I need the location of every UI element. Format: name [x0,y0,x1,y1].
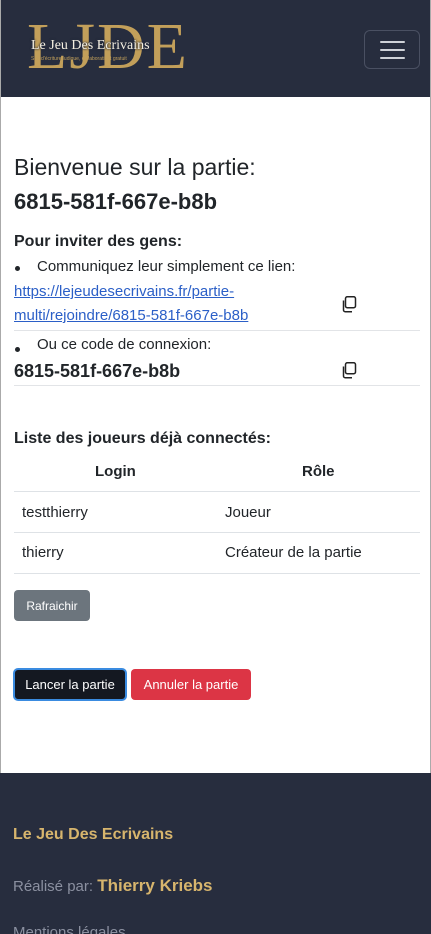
invite-link-label: Communiquez leur simplement ce lien: [37,258,296,275]
menu-toggle-button[interactable] [364,30,420,69]
column-header-login: Login [95,463,136,480]
footer-credits: Réalisé par: Thierry Kriebs [13,876,212,896]
connect-code-label: Ou ce code de connexion: [37,336,212,353]
footer: Le Jeu Des Ecrivains Réalisé par: Thierr… [0,773,431,934]
site-logo[interactable]: LJDE Le Jeu Des Ecrivains Site d'écritur… [27,8,197,88]
copy-icon[interactable] [341,296,357,313]
launch-game-button[interactable]: Lancer la partie [14,669,126,700]
cancel-game-button[interactable]: Annuler la partie [131,669,251,700]
column-header-role: Rôle [302,463,335,480]
logo-band-text: Le Jeu Des Ecrivains [31,38,150,53]
cell-role: Créateur de la partie [225,544,362,561]
divider [14,330,420,331]
invite-link[interactable]: https://lejeudesecrivains.fr/partie-mult… [14,280,334,328]
connect-code: 6815-581f-667e-b8b [14,361,181,381]
divider [14,385,420,386]
bullet [15,266,20,271]
cell-login: testthierry [22,504,88,521]
table-divider [14,532,420,533]
table-divider [14,573,420,574]
navbar: LJDE Le Jeu Des Ecrivains Site d'écritur… [0,0,431,97]
logo-tagline: Site d'écriture ludique, collaboratif et… [31,56,127,62]
menu-icon-bar [379,40,405,43]
main-content: Bienvenue sur la partie: 6815-581f-667e-… [0,97,431,773]
invite-title: Pour inviter des gens: [14,233,183,250]
cell-role: Joueur [225,504,271,521]
menu-icon-bar [379,48,405,51]
cell-login: thierry [22,544,64,561]
game-code-title: 6815-581f-667e-b8b [14,189,218,214]
legal-mentions-link[interactable]: Mentions légales [13,924,126,934]
table-divider [14,491,420,492]
copy-icon[interactable] [341,362,357,379]
made-by-label: Réalisé par: [13,878,94,895]
footer-title[interactable]: Le Jeu Des Ecrivains [13,826,173,844]
welcome-heading: Bienvenue sur la partie: [14,154,256,180]
author-link[interactable]: Thierry Kriebs [97,876,212,895]
bullet [15,347,20,352]
menu-icon-bar [379,56,405,59]
players-title: Liste des joueurs déjà connectés: [14,430,271,447]
refresh-button[interactable]: Rafraichir [14,590,90,621]
